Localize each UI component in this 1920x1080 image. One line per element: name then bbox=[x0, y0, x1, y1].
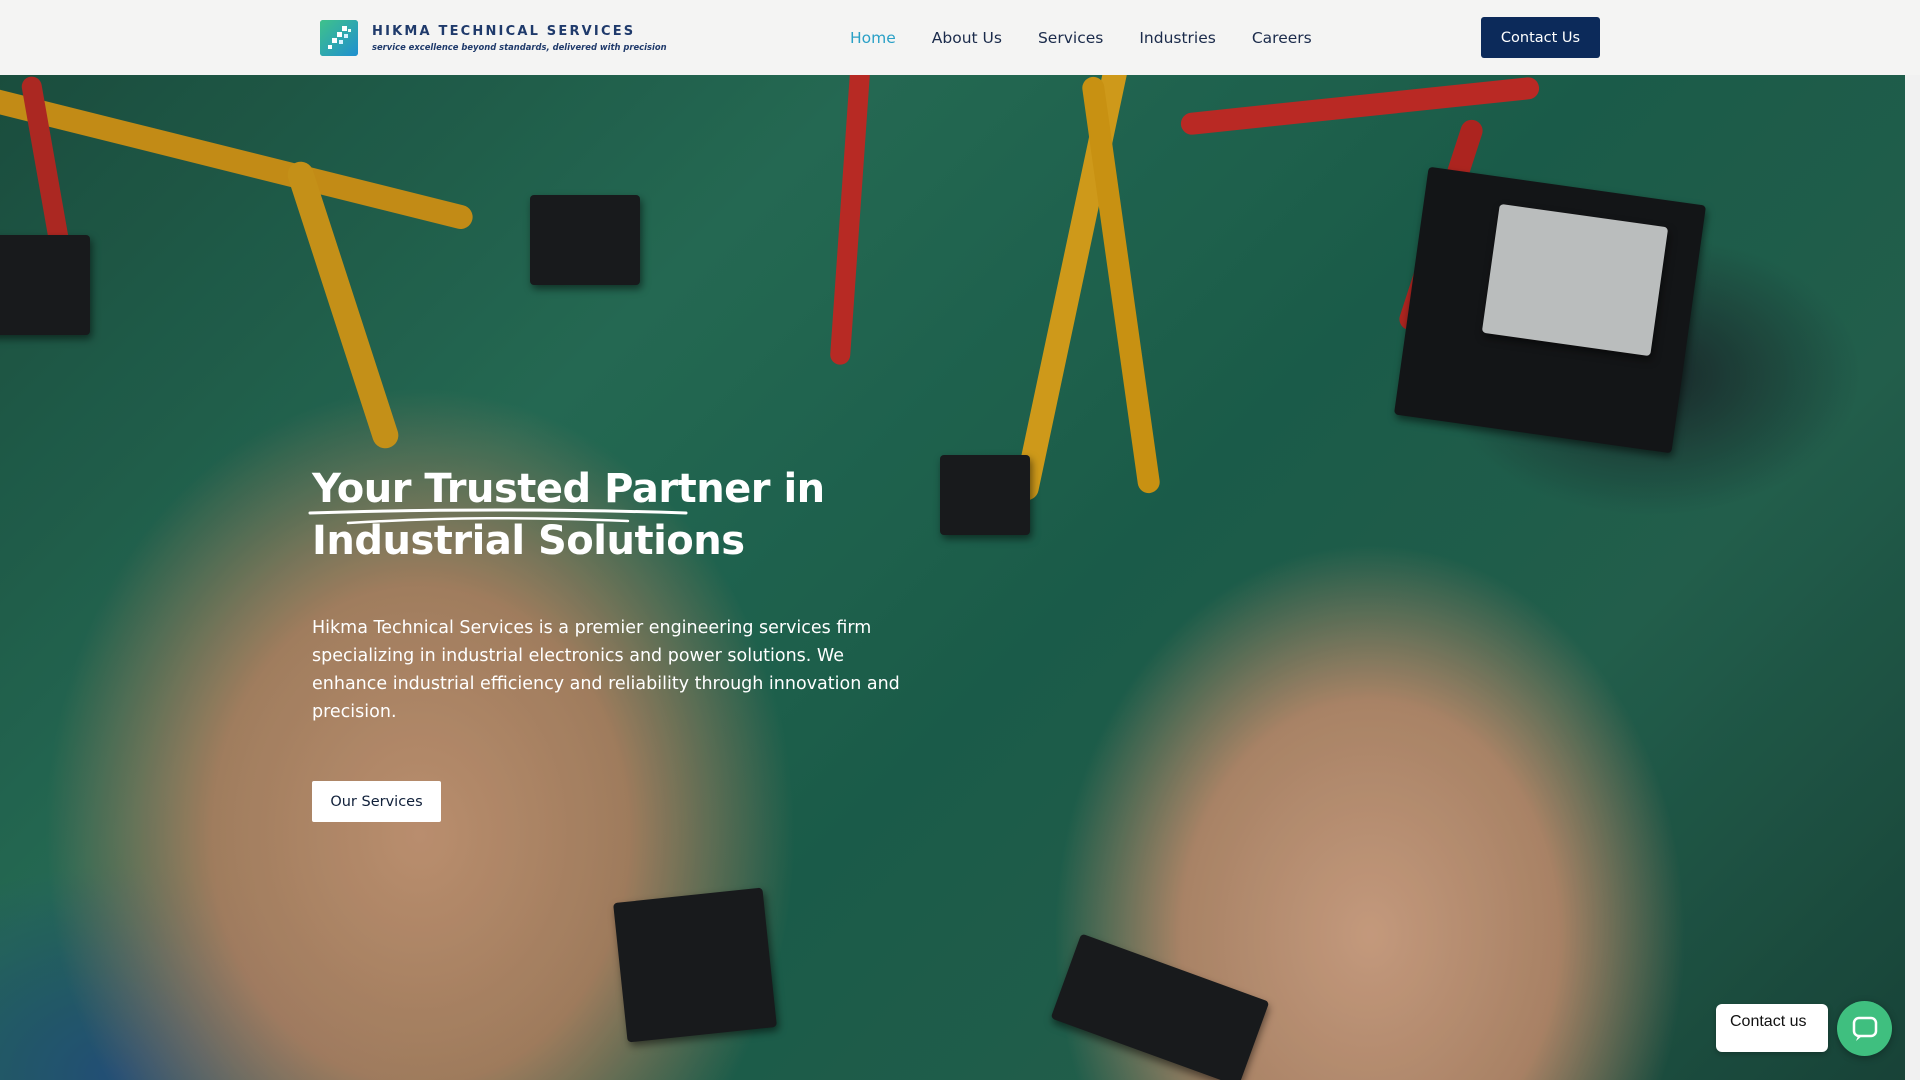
nav-industries[interactable]: Industries bbox=[1139, 29, 1216, 47]
chat-bubble[interactable]: Contact us bbox=[1716, 1004, 1828, 1052]
contact-us-button[interactable]: Contact Us bbox=[1481, 17, 1600, 58]
hero-description: Hikma Technical Services is a premier en… bbox=[312, 618, 900, 722]
hero-title: Your Trusted Partner in Industrial Solut… bbox=[308, 463, 952, 567]
site-header: HIKMA TECHNICAL SERVICES service excelle… bbox=[0, 0, 1920, 75]
scrollbar[interactable] bbox=[1905, 75, 1920, 1080]
nav-about-us[interactable]: About Us bbox=[932, 29, 1002, 47]
hero-content: Your Trusted Partner in Industrial Solut… bbox=[308, 463, 952, 822]
chat-icon bbox=[1852, 1016, 1877, 1041]
logo[interactable]: HIKMA TECHNICAL SERVICES service excelle… bbox=[320, 18, 667, 58]
logo-mark-icon bbox=[320, 20, 358, 56]
nav-services[interactable]: Services bbox=[1038, 29, 1103, 47]
nav-careers[interactable]: Careers bbox=[1252, 29, 1312, 47]
logo-tagline: service excellence beyond standards, del… bbox=[372, 41, 667, 52]
nav-home[interactable]: Home bbox=[850, 29, 896, 47]
main-nav: Home About Us Services Industries Career… bbox=[850, 0, 1348, 75]
hero-section: Your Trusted Partner in Industrial Solut… bbox=[0, 75, 1905, 1080]
highlight-underline-icon bbox=[308, 508, 688, 525]
logo-title: HIKMA TECHNICAL SERVICES bbox=[372, 23, 636, 39]
chat-button[interactable] bbox=[1837, 1001, 1892, 1056]
hero-overlay bbox=[0, 75, 1905, 1080]
our-services-button[interactable]: Our Services bbox=[312, 781, 441, 822]
hero-title-highlight: Your Trusted Partner bbox=[308, 463, 771, 525]
